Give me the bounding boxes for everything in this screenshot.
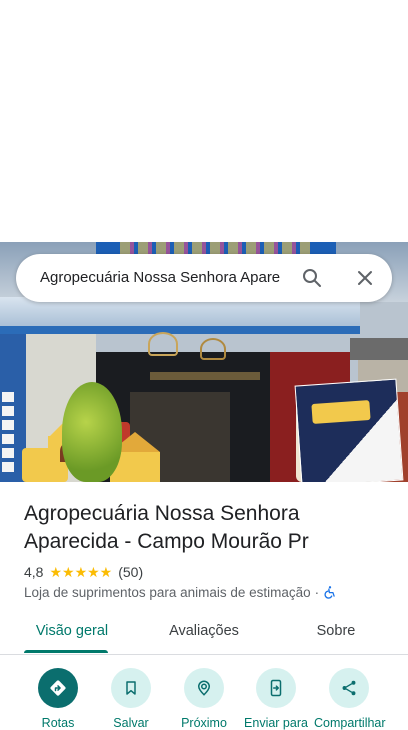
wheelchair-accessible-icon (323, 585, 337, 599)
photo-roof-right (350, 338, 408, 360)
category-row: Loja de suprimentos para animais de esti… (24, 583, 337, 601)
photo-birdcage (148, 332, 178, 356)
tab-reviews[interactable]: Avaliações (156, 610, 252, 654)
share-button[interactable]: Compartilhar (314, 668, 386, 730)
directions-label: Rotas (41, 716, 75, 730)
photo-birdcage (200, 338, 226, 360)
active-tab-indicator (24, 650, 108, 653)
nearby-button[interactable]: Próximo (169, 668, 239, 730)
search-icon[interactable] (300, 266, 324, 290)
close-icon[interactable] (353, 266, 377, 290)
send-to-phone-label: Enviar para (244, 716, 308, 730)
separator-dot: · (314, 584, 320, 600)
photo-facade-stripe (0, 326, 360, 334)
photo-plant (62, 382, 122, 482)
rating-value: 4,8 (24, 564, 44, 580)
bookmark-icon (111, 668, 151, 708)
save-button[interactable]: Salvar (96, 668, 166, 730)
photo-dog-food-bag (294, 378, 404, 482)
action-buttons: Rotas Salvar Próximo Enviar para Compart… (0, 668, 408, 730)
share-icon (329, 668, 369, 708)
rating-stars: ★★★★★ (49, 563, 113, 580)
directions-icon (38, 668, 78, 708)
nearby-icon (184, 668, 224, 708)
tab-overview[interactable]: Visão geral (24, 610, 120, 654)
photo-dog-food-label (311, 400, 371, 424)
share-label: Compartilhar (314, 716, 386, 730)
directions-button[interactable]: Rotas (23, 668, 93, 730)
send-to-phone-button[interactable]: Enviar para (241, 668, 311, 730)
tab-bar: Visão geral Avaliações Sobre (0, 610, 408, 655)
review-count[interactable]: (50) (118, 564, 143, 580)
photo-house-number (2, 392, 14, 472)
place-category: Loja de suprimentos para animais de esti… (24, 584, 311, 600)
photo-sign-letters (120, 242, 310, 254)
place-title: Agropecuária Nossa Senhora Aparecida - C… (24, 502, 309, 553)
photo-shelf (150, 372, 260, 380)
tab-about[interactable]: Sobre (296, 610, 376, 654)
nearby-label: Próximo (181, 716, 227, 730)
map-area-blank (0, 0, 408, 242)
search-bar[interactable]: Agropecuária Nossa Senhora Apare (16, 254, 392, 302)
search-input[interactable]: Agropecuária Nossa Senhora Apare (40, 269, 292, 286)
send-to-phone-icon (256, 668, 296, 708)
save-label: Salvar (113, 716, 149, 730)
rating-row[interactable]: 4,8 ★★★★★ (50) (24, 563, 143, 581)
